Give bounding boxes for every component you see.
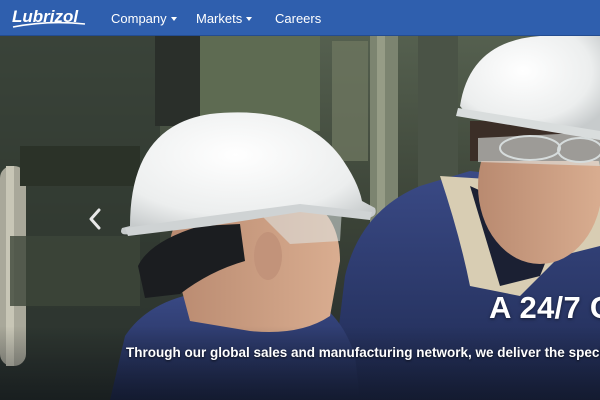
hero-bottom-fade: [0, 326, 600, 400]
hero-carousel: A 24/7 C Through our global sales and ma…: [0, 36, 600, 400]
hero-subtext: Through our global sales and manufacturi…: [126, 345, 600, 360]
nav-item-markets[interactable]: Markets: [196, 0, 253, 36]
nav-item-label: Careers: [275, 10, 322, 26]
carousel-prev-button[interactable]: [84, 202, 106, 236]
top-navigation-bar: Lubrizol Company Markets Careers: [0, 0, 600, 36]
hero-headline: A 24/7 C: [489, 290, 600, 325]
caret-down-icon: [170, 17, 177, 21]
caret-down-icon: [246, 17, 253, 21]
lubrizol-logo[interactable]: Lubrizol: [11, 5, 87, 31]
nav-item-company[interactable]: Company: [111, 0, 177, 36]
nav-item-label: Markets: [196, 10, 243, 26]
chevron-left-icon: [89, 208, 101, 230]
nav-item-careers[interactable]: Careers: [275, 0, 321, 36]
nav-item-label: Company: [111, 10, 167, 26]
logo-mark: Lubrizol: [12, 7, 86, 28]
